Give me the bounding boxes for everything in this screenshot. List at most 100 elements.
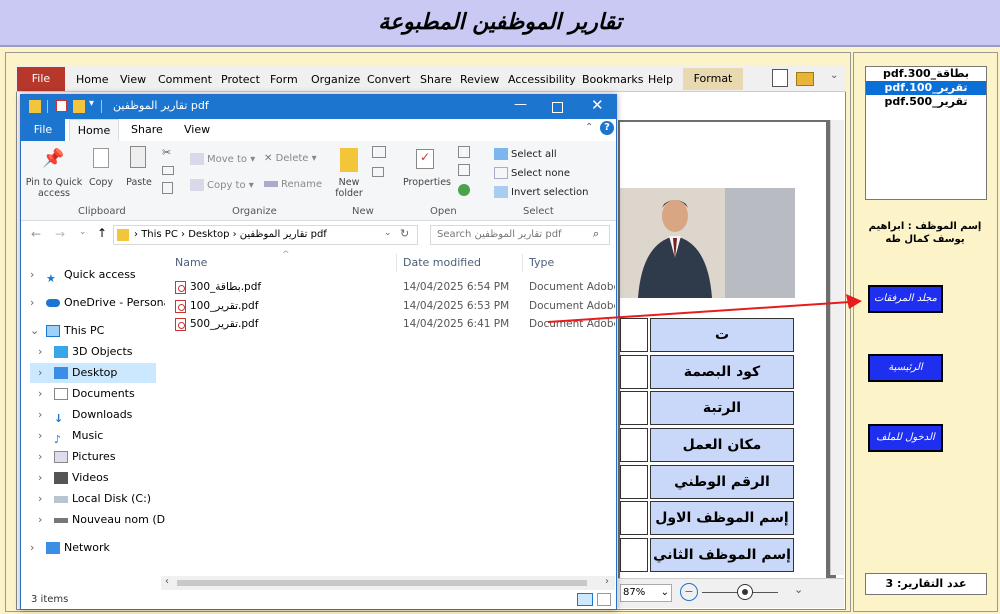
home-button[interactable]: الرئيسية bbox=[868, 354, 943, 382]
copy-icon[interactable] bbox=[93, 148, 109, 168]
tab-view[interactable]: View bbox=[184, 123, 210, 136]
maximize-button[interactable] bbox=[552, 102, 563, 113]
search-icon[interactable]: ⌕ bbox=[593, 227, 599, 241]
acrobat-menu-review[interactable]: Review bbox=[460, 73, 499, 86]
acrobat-menu-organize[interactable]: Organize bbox=[311, 73, 360, 86]
copy-to-button[interactable]: Copy to ▾ bbox=[190, 179, 254, 191]
chevron-down-icon[interactable]: ⌄ bbox=[830, 70, 838, 81]
attachments-folder-button[interactable]: مجلد المرفقات bbox=[868, 285, 943, 313]
nav-local-disk-c[interactable]: › Local Disk (C:) bbox=[30, 489, 151, 509]
chevron-down-icon[interactable]: ▾ bbox=[89, 98, 94, 109]
refresh-icon[interactable]: ↻ bbox=[400, 227, 409, 240]
properties-icon[interactable]: ✓ bbox=[416, 149, 434, 169]
acrobat-vertical-scrollbar[interactable] bbox=[830, 120, 844, 575]
up-icon[interactable]: ↑ bbox=[97, 226, 107, 240]
nav-music[interactable]: › ♪ Music bbox=[30, 426, 103, 446]
back-icon[interactable]: ← bbox=[31, 227, 41, 241]
nav-pictures[interactable]: › Pictures bbox=[30, 447, 116, 467]
chevron-down-icon[interactable]: ⌄ bbox=[79, 227, 87, 237]
easy-access-icon[interactable] bbox=[372, 167, 384, 177]
search-input[interactable]: Search تقارير الموظفين pdf bbox=[437, 229, 562, 240]
copy-path-icon[interactable] bbox=[162, 166, 174, 175]
chevron-down-icon[interactable]: ⌄ bbox=[794, 583, 803, 596]
column-header-date[interactable]: Date modified bbox=[403, 256, 481, 269]
address-bar[interactable]: › This PC › Desktop › تقارير الموظفين pd… bbox=[113, 225, 418, 245]
folder-icon[interactable] bbox=[796, 72, 814, 86]
acrobat-menu-accessibility[interactable]: Accessibility bbox=[508, 73, 576, 86]
move-to-button[interactable]: Move to ▾ bbox=[190, 153, 255, 165]
acrobat-menu-comment[interactable]: Comment bbox=[158, 73, 212, 86]
list-item[interactable]: بطاقة_300.pdf bbox=[866, 67, 986, 81]
horizontal-scrollbar[interactable]: ‹ › bbox=[161, 576, 615, 590]
open-file-button[interactable]: الدخول للملف bbox=[868, 424, 943, 452]
large-icons-view-icon[interactable] bbox=[597, 593, 611, 606]
breadcrumb-desktop[interactable]: Desktop bbox=[188, 229, 229, 240]
new-folder-icon[interactable] bbox=[73, 100, 85, 113]
acrobat-menu-bookmarks[interactable]: Bookmarks bbox=[582, 73, 643, 86]
help-icon[interactable]: ? bbox=[600, 121, 614, 135]
acrobat-menu-help[interactable]: Help bbox=[648, 73, 673, 86]
nav-3d-objects[interactable]: › 3D Objects bbox=[30, 342, 133, 362]
new-folder-button[interactable]: New folder bbox=[332, 177, 366, 199]
acrobat-format-tab[interactable]: Format bbox=[683, 68, 743, 90]
paste-button[interactable]: Paste bbox=[124, 177, 154, 188]
cut-icon[interactable]: ✂ bbox=[162, 146, 171, 159]
tab-share[interactable]: Share bbox=[131, 123, 163, 136]
breadcrumb-current-folder[interactable]: تقارير الموظفين pdf bbox=[240, 229, 327, 240]
list-item-selected[interactable]: تقرير_100.pdf bbox=[866, 81, 986, 95]
explorer-titlebar[interactable]: ▾ تقارير الموظفين pdf — ✕ bbox=[21, 95, 616, 119]
chevron-down-icon[interactable]: ⌄ bbox=[384, 228, 392, 238]
properties-button[interactable]: Properties bbox=[402, 177, 452, 188]
search-box[interactable]: Search تقارير الموظفين pdf ⌕ bbox=[430, 225, 610, 245]
nav-drive-d[interactable]: › Nouveau nom (D:) bbox=[30, 510, 173, 530]
select-all-button[interactable]: Select all bbox=[494, 148, 557, 160]
list-item[interactable]: تقرير_500.pdf bbox=[866, 95, 986, 109]
minimize-button[interactable]: — bbox=[514, 97, 527, 112]
acrobat-menu-view[interactable]: View bbox=[120, 73, 146, 86]
chevron-up-icon[interactable]: ⌃ bbox=[585, 122, 593, 133]
forward-icon[interactable]: → bbox=[55, 227, 65, 241]
pin-quick-access-button[interactable]: Pin to Quick access bbox=[24, 177, 84, 199]
nav-videos[interactable]: › Videos bbox=[30, 468, 109, 488]
acrobat-menu-protect[interactable]: Protect bbox=[221, 73, 260, 86]
nav-onedrive[interactable]: › OneDrive - Personal bbox=[30, 293, 173, 313]
open-icon[interactable] bbox=[458, 146, 470, 158]
select-none-button[interactable]: Select none bbox=[494, 167, 570, 179]
nav-this-pc[interactable]: ⌄ This PC bbox=[30, 321, 104, 341]
new-folder-icon[interactable] bbox=[340, 148, 358, 172]
column-header-type[interactable]: Type bbox=[529, 256, 554, 269]
nav-network[interactable]: › Network bbox=[30, 538, 110, 558]
tab-file[interactable]: File bbox=[21, 119, 65, 141]
nav-documents[interactable]: › Documents bbox=[30, 384, 135, 404]
properties-icon[interactable] bbox=[56, 100, 67, 112]
acrobat-menu-form[interactable]: Form bbox=[270, 73, 298, 86]
new-item-icon[interactable] bbox=[372, 146, 386, 158]
details-view-icon[interactable] bbox=[577, 593, 593, 606]
document-icon[interactable] bbox=[772, 69, 788, 87]
history-icon[interactable] bbox=[458, 184, 470, 196]
acrobat-menu-home[interactable]: Home bbox=[76, 73, 108, 86]
delete-button[interactable]: ✕ Delete ▾ bbox=[264, 153, 317, 164]
acrobat-menu-convert[interactable]: Convert bbox=[367, 73, 411, 86]
zoom-out-icon[interactable]: − bbox=[680, 583, 698, 601]
zoom-select[interactable]: 87% ⌄ bbox=[620, 584, 672, 602]
pin-icon[interactable]: 📌 bbox=[42, 148, 64, 169]
invert-selection-button[interactable]: Invert selection bbox=[494, 186, 589, 198]
copy-button[interactable]: Copy bbox=[86, 177, 116, 188]
breadcrumb-this-pc[interactable]: This PC bbox=[141, 229, 178, 240]
nav-quick-access[interactable]: › ★ Quick access bbox=[30, 265, 136, 285]
scroll-left-icon[interactable]: ‹ bbox=[165, 576, 169, 587]
scroll-thumb[interactable] bbox=[177, 580, 587, 586]
edit-icon[interactable] bbox=[458, 164, 470, 176]
close-button[interactable]: ✕ bbox=[591, 96, 604, 114]
acrobat-menu-share[interactable]: Share bbox=[420, 73, 452, 86]
column-header-name[interactable]: Name bbox=[175, 256, 207, 269]
rename-button[interactable]: Rename bbox=[264, 179, 322, 190]
report-listbox[interactable]: بطاقة_300.pdf تقرير_100.pdf تقرير_500.pd… bbox=[865, 66, 987, 200]
tab-home[interactable]: Home bbox=[69, 119, 119, 141]
scroll-right-icon[interactable]: › bbox=[605, 576, 609, 587]
nav-desktop[interactable]: › Desktop bbox=[30, 363, 156, 383]
paste-icon[interactable] bbox=[130, 146, 146, 168]
paste-shortcut-icon[interactable] bbox=[162, 182, 173, 194]
nav-downloads[interactable]: › ↓ Downloads bbox=[30, 405, 132, 425]
